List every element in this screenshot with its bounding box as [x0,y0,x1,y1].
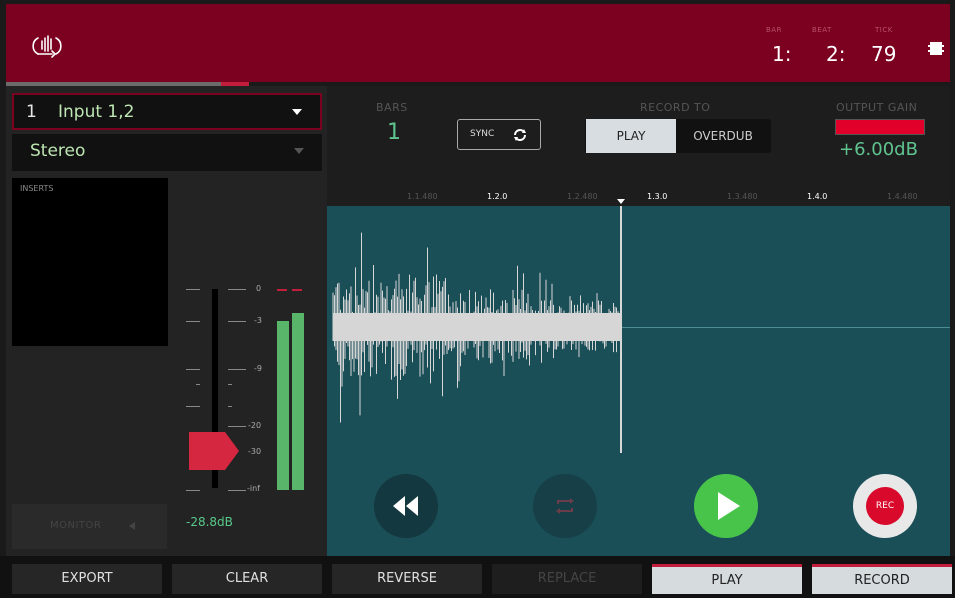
meter-scale-label: -30 [248,447,262,456]
meter-tick [228,369,246,370]
sync-button[interactable]: SYNC [457,119,541,150]
play-icon [718,492,740,520]
fader-handle[interactable] [189,432,239,470]
ruler-label: 1.3.0 [647,192,668,201]
monitor-button[interactable]: MONITOR [12,504,167,549]
tick-counter-label: TICK [875,26,893,34]
timeline-ruler[interactable]: 1.1.480 1.2.0 1.2.480 1.3.0 1.3.480 1.4.… [327,192,950,206]
looper-logo-icon[interactable] [28,32,66,62]
meter-scale-label: -20 [248,421,262,430]
meter-tick [186,321,200,322]
meter-tick [228,406,232,407]
bar-counter-label: BAR [766,26,782,34]
output-gain-value: +6.00dB [839,139,918,160]
ruler-label: 1.4.0 [807,192,828,201]
playhead-line [620,206,622,453]
play-mode-button[interactable]: PLAY [652,564,802,594]
record-button[interactable]: REC [853,474,917,538]
meter-tick [186,490,200,491]
rec-label: REC [866,487,904,525]
bars-value[interactable]: 1 [387,120,401,145]
level-meter: 0 -3 -9 -20 -30 -inf -28.8dB [6,86,327,556]
input-panel: 1 Input 1,2 Stereo INSERTS 0 -3 -9 -20 -… [6,86,327,556]
output-gain-label: OUTPUT GAIN [836,101,918,114]
export-button[interactable]: EXPORT [12,564,162,594]
meter-scale-label: -inf [247,484,260,493]
clear-button[interactable]: CLEAR [172,564,322,594]
rewind-button[interactable] [374,474,438,538]
beat-counter-label: BEAT [812,26,832,34]
loop-icon [556,498,574,514]
playhead-marker [617,199,625,204]
meter-tick [186,369,200,370]
monitor-label: MONITOR [50,520,102,531]
meter-scale-label: -9 [254,364,262,373]
meter-tick [196,384,200,385]
ruler-label: 1.2.480 [567,192,598,201]
replace-button[interactable]: REPLACE [492,564,642,594]
audio-waveform [332,232,620,423]
bottom-button-bar: EXPORT CLEAR REVERSE REPLACE PLAY RECORD [0,556,955,598]
meter-bar-right [292,313,304,490]
reverse-button[interactable]: REVERSE [332,564,482,594]
fader-gain-readout: -28.8dB [186,515,233,529]
peak-indicator-left [277,289,287,291]
tick-counter-value: 79 [871,42,897,66]
ruler-label: 1.4.480 [887,192,918,201]
meter-tick [228,490,246,491]
play-button[interactable] [694,474,758,538]
meter-tick [186,406,200,407]
meter-tick [228,321,246,322]
record-mode-button[interactable]: RECORD [812,564,952,594]
meter-tick [228,384,232,385]
bar-counter-value: 1: [772,42,792,66]
record-to-label: RECORD TO [640,101,711,114]
meter-tick [228,289,246,290]
record-settings: BARS 1 SYNC RECORD TO PLAY OVERDUB OUTPU… [327,86,950,206]
peak-indicator-right [292,289,302,291]
waveform-area[interactable]: REC [327,206,950,556]
beat-counter-value: 2: [826,42,846,66]
bars-label: BARS [376,101,408,114]
meter-tick [186,289,200,290]
output-gain-bar[interactable] [835,119,925,135]
ruler-label: 1.1.480 [407,192,438,201]
meter-bar-left [277,321,289,490]
record-to-overdub-option[interactable]: OVERDUB [677,119,769,153]
record-to-play-option[interactable]: PLAY [586,119,676,153]
sync-icon [514,129,526,141]
header-bar: BAR BEAT TICK 1: 2: 79 [6,4,950,82]
loop-button[interactable] [533,474,597,538]
sync-label: SYNC [470,129,495,139]
ruler-label: 1.2.0 [487,192,508,201]
battery-icon [928,42,944,55]
meter-scale-label: 0 [256,284,262,293]
rewind-icon [393,496,418,516]
meter-scale-label: -3 [254,316,262,325]
meter-tick [228,426,246,427]
caret-left-icon [129,522,135,530]
record-to-toggle: PLAY OVERDUB [585,119,771,153]
ruler-label: 1.3.480 [727,192,758,201]
waveform-centerline [620,327,950,328]
